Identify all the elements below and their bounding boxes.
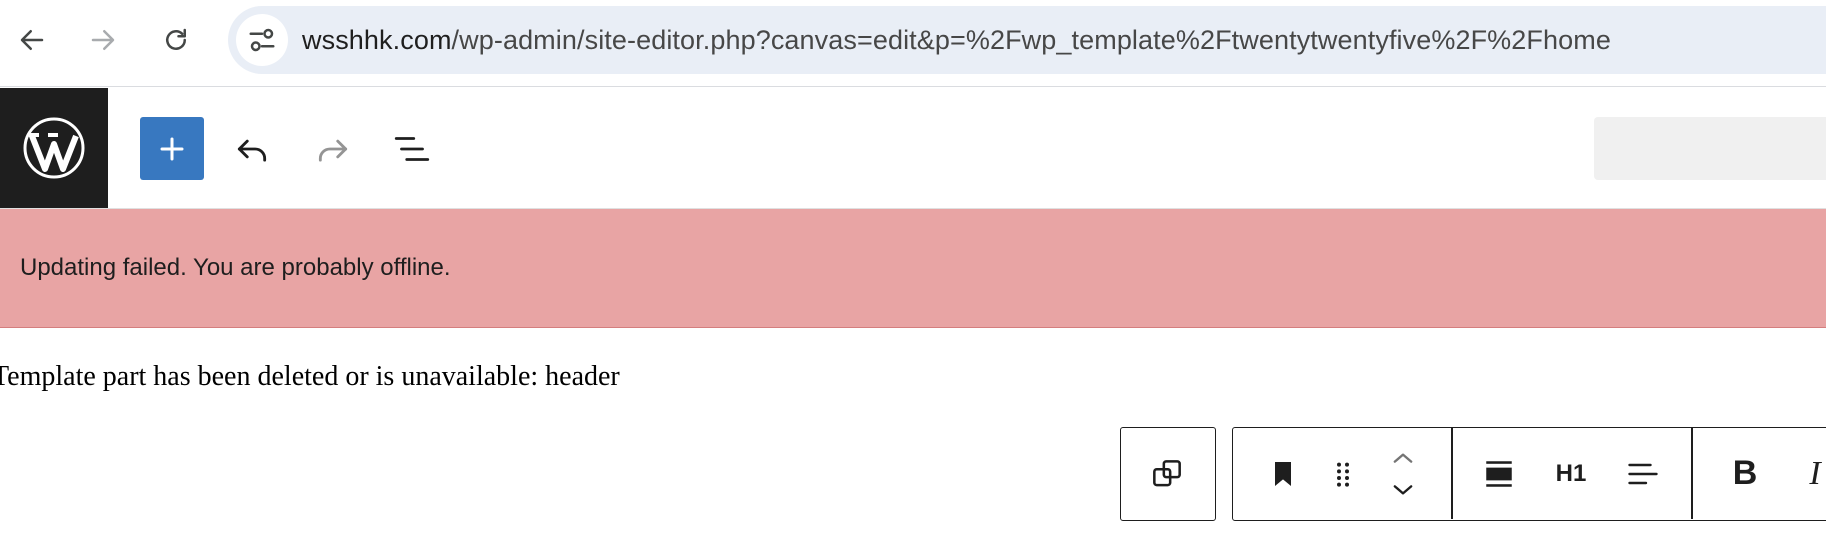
drag-handle[interactable]: [1313, 428, 1373, 519]
heading-level-button[interactable]: H1: [1541, 428, 1601, 519]
toolbar-separator: [1691, 428, 1693, 519]
plus-icon: [160, 137, 184, 160]
heading-level-label: H1: [1555, 459, 1587, 487]
site-hub-button[interactable]: [0, 88, 108, 208]
bold-label: B: [1732, 454, 1758, 492]
site-info-button[interactable]: [236, 14, 288, 66]
forward-button[interactable]: [80, 17, 126, 63]
reload-button[interactable]: [153, 17, 199, 63]
url-path: /wp-admin/site-editor.php?canvas=edit&p=…: [451, 25, 1611, 55]
editor-header: [0, 88, 1826, 209]
url-text[interactable]: wsshhk.com/wp-admin/site-editor.php?canv…: [302, 6, 1611, 74]
block-toolbar: H1 B I: [1232, 427, 1826, 521]
block-align-button[interactable]: [1469, 428, 1529, 519]
command-palette-bar[interactable]: [1594, 117, 1826, 180]
text-align-icon: [1628, 463, 1658, 484]
missing-template-part-message: Template part has been deleted or is una…: [0, 361, 620, 392]
undo-button[interactable]: [225, 122, 279, 176]
back-icon: [20, 30, 44, 50]
address-bar[interactable]: wsshhk.com/wp-admin/site-editor.php?canv…: [228, 6, 1826, 74]
toolbar-separator: [1451, 428, 1453, 519]
back-button[interactable]: [9, 17, 55, 63]
notice-message: Updating failed. You are probably offlin…: [20, 254, 451, 281]
block-mover: [1373, 428, 1433, 519]
select-parent-button[interactable]: [1137, 428, 1197, 519]
block-toolbar-parent-group: [1120, 427, 1216, 521]
align-icon: [1486, 460, 1512, 487]
reload-icon: [166, 28, 186, 50]
add-block-button[interactable]: [140, 117, 204, 180]
url-domain: wsshhk.com: [302, 25, 452, 55]
bold-button[interactable]: B: [1715, 428, 1775, 519]
browser-toolbar: wsshhk.com/wp-admin/site-editor.php?canv…: [0, 0, 1826, 87]
error-notice: Updating failed. You are probably offlin…: [0, 209, 1826, 328]
duplicate-icon: [1153, 459, 1181, 486]
redo-icon: [318, 139, 348, 162]
move-up-icon[interactable]: [1389, 449, 1417, 465]
site-info-icon: [249, 28, 275, 52]
undo-icon: [237, 139, 267, 162]
text-align-button[interactable]: [1613, 428, 1673, 519]
forward-icon: [91, 30, 115, 50]
italic-button[interactable]: I: [1785, 428, 1826, 519]
wordpress-logo-icon: [23, 117, 85, 179]
italic-label: I: [1809, 454, 1821, 492]
drag-handle-icon: [1337, 462, 1349, 487]
block-type-button[interactable]: [1253, 428, 1313, 519]
list-view-icon: [394, 137, 430, 161]
bookmark-icon: [1275, 461, 1291, 486]
redo-button[interactable]: [306, 122, 360, 176]
document-overview-button[interactable]: [385, 122, 439, 176]
move-down-icon[interactable]: [1389, 483, 1417, 499]
